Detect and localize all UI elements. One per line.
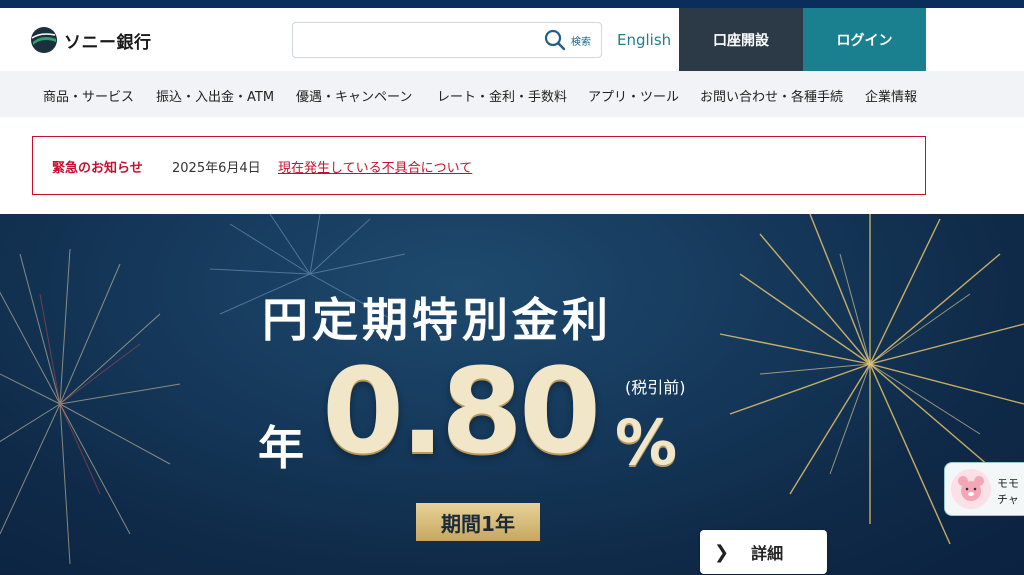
hero-percent: % [615,406,678,479]
search-label: 検索 [571,36,591,48]
notice-date: 2025年6月4日 [172,161,261,176]
nav-item-contact-procedures[interactable]: お問い合わせ・各種手続 [700,86,843,105]
main-nav: 商品・サービス 振込・入出金・ATM 優遇・キャンペーン レート・金利・手数料 … [0,71,1024,117]
nav-item-company-info[interactable]: 企業情報 [865,86,917,105]
nav-item-rates-fees[interactable]: レート・金利・手数料 [437,86,567,105]
login-button[interactable]: ログイン [803,8,926,71]
nav-item-products-services[interactable]: 商品・サービス [43,86,134,105]
search-input[interactable] [301,29,535,53]
search-icon [544,29,566,51]
sony-bank-logo-icon [31,27,57,53]
nav-item-benefits-campaigns[interactable]: 優遇・キャンペーン [296,86,412,105]
nav-item-transfer-atm[interactable]: 振込・入出金・ATM [156,86,274,105]
detail-label: 詳細 [751,544,784,563]
hero-tax-note: (税引前) [625,378,686,397]
brand-name: ソニー銀行 [64,32,152,53]
emergency-notice: 緊急のお知らせ 2025年6月4日 現在発生している不具合について [32,136,926,195]
detail-button[interactable]: ❯ 詳細 [700,530,827,574]
hero-title: 円定期特別金利 [262,293,612,347]
hero-term-badge: 期間1年 [416,503,540,541]
brand-logo[interactable]: ソニー銀行 [30,26,152,54]
top-accent-bar [0,0,1024,8]
open-account-button[interactable]: 口座開設 [679,8,803,71]
chat-label-line1: モモ [997,477,1019,490]
notice-link[interactable]: 現在発生している不具合について [278,157,472,176]
chat-label-line2: チャ [997,493,1019,506]
chevron-right-icon: ❯ [714,541,730,563]
hero-banner[interactable]: 円定期特別金利 年 0.80 (税引前) % 期間1年 ❯ 詳細 [0,214,1024,575]
fireworks-decoration-left [0,248,181,565]
hero-rate: 0.80 [322,342,601,480]
nav-item-apps-tools[interactable]: アプリ・ツール [588,86,679,105]
chat-widget[interactable]: モモ チャ [944,462,1024,516]
english-link[interactable]: English [617,31,671,49]
search-button[interactable]: 検索 [543,28,591,52]
hero-year-prefix: 年 [258,421,304,475]
bear-mascot-icon [951,469,991,509]
search-box[interactable]: 検索 [292,22,602,58]
fireworks-decoration-right [719,214,1024,545]
notice-title: 緊急のお知らせ [52,161,143,176]
